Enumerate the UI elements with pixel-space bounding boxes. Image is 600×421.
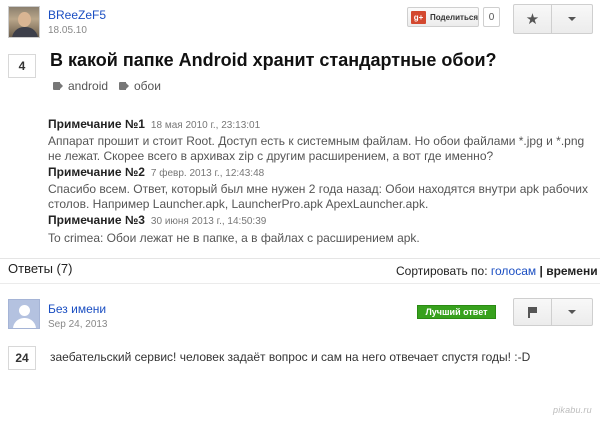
tag-android[interactable]: android xyxy=(53,79,108,93)
more-options-button[interactable] xyxy=(551,4,593,34)
share-count: 0 xyxy=(483,7,500,27)
note-3-label: Примечание №3 xyxy=(48,213,145,227)
note-2-text: Спасибо всем. Ответ, который был мне нуж… xyxy=(48,182,588,211)
sort-label: Сортировать по: xyxy=(396,264,488,278)
note-1-header: Примечание №1 18 мая 2010 г., 23:13:01 xyxy=(48,117,260,131)
answer-more-options-button[interactable] xyxy=(551,298,593,326)
sort-controls: Сортировать по: голосам | времени xyxy=(396,264,598,278)
anonymous-avatar xyxy=(8,299,40,329)
note-3-header: Примечание №3 30 июня 2013 г., 14:50:39 xyxy=(48,213,266,227)
note-1-label: Примечание №1 xyxy=(48,117,145,131)
chevron-down-icon xyxy=(568,17,576,21)
avatar-shoulders xyxy=(12,27,38,37)
author-avatar[interactable] xyxy=(8,6,40,38)
note-3-date: 30 июня 2013 г., 14:50:39 xyxy=(150,216,267,227)
share-label: Поделиться xyxy=(429,12,478,22)
note-2-label: Примечание №2 xyxy=(48,165,145,179)
tag-label: обои xyxy=(134,79,161,93)
answer-date: Sep 24, 2013 xyxy=(48,319,108,330)
answers-heading: Ответы (7) xyxy=(8,261,73,276)
answer-author-link[interactable]: Без имени xyxy=(48,302,106,316)
tag-icon xyxy=(53,81,63,91)
note-3-text: To crimea: Обои лежат не в папке, а в фа… xyxy=(48,231,420,245)
flag-button[interactable] xyxy=(513,298,552,326)
author-name-link[interactable]: BReeZeF5 xyxy=(48,8,106,22)
question-vote-count: 4 xyxy=(8,54,36,78)
avatar-body xyxy=(13,318,36,328)
tag-wallpapers[interactable]: обои xyxy=(119,79,161,93)
tag-label: android xyxy=(68,79,109,93)
note-2-header: Примечание №2 7 февр. 2013 г., 12:43:48 xyxy=(48,165,264,179)
divider xyxy=(0,283,600,284)
sort-by-time-link[interactable]: времени xyxy=(546,264,597,278)
answer-vote-count: 24 xyxy=(8,346,36,370)
star-icon: ★ xyxy=(525,11,540,28)
note-1-date: 18 мая 2010 г., 23:13:01 xyxy=(150,120,261,131)
question-title: В какой папке Android хранит стандартные… xyxy=(50,50,497,70)
sort-by-votes-link[interactable]: голосам xyxy=(491,264,536,278)
answer-text: заебательский сервис! человек задаёт воп… xyxy=(50,350,531,364)
watermark: pikabu.ru xyxy=(553,405,592,415)
star-button[interactable]: ★ xyxy=(513,4,552,34)
avatar-head xyxy=(18,12,31,27)
sort-separator: | xyxy=(539,264,543,278)
tag-icon xyxy=(119,81,129,91)
note-2-date: 7 февр. 2013 г., 12:43:48 xyxy=(150,168,265,179)
flag-icon xyxy=(527,306,538,318)
author-date: 18.05.10 xyxy=(48,25,87,36)
note-1-text: Аппарат прошит и стоит Root. Доступ есть… xyxy=(48,134,585,163)
gplus-share-button[interactable]: g+ Поделиться xyxy=(407,7,479,27)
best-answer-badge: Лучший ответ xyxy=(417,305,496,319)
avatar-head xyxy=(19,305,30,316)
chevron-down-icon xyxy=(568,310,576,314)
divider xyxy=(0,258,600,259)
gplus-icon: g+ xyxy=(411,10,426,24)
